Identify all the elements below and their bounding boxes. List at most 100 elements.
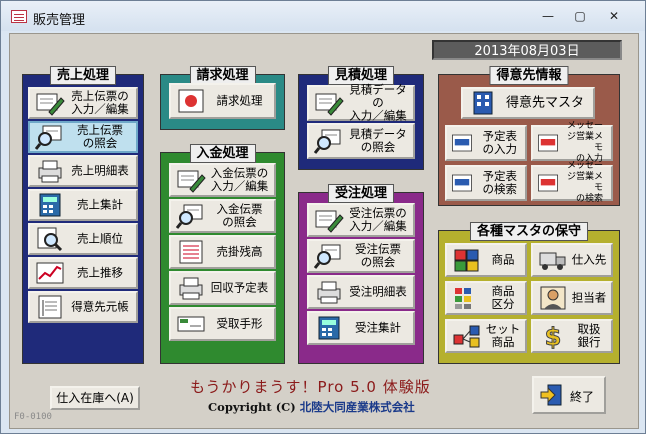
customer-panel-title: 得意先情報 bbox=[489, 66, 569, 85]
estimate-button-0[interactable]: 見積データの 入力／編集 bbox=[307, 83, 415, 122]
supplier-truck-icon bbox=[539, 252, 566, 270]
svg-text:$: $ bbox=[545, 323, 562, 349]
close-button[interactable]: ✕ bbox=[599, 7, 629, 25]
masters-button-3[interactable]: 担当者 bbox=[531, 281, 613, 315]
customer-button-label: 予定表 の入力 bbox=[482, 129, 518, 156]
ledger-icon bbox=[38, 295, 62, 319]
order-button-0[interactable]: 受注伝票の 入力／編集 bbox=[307, 203, 415, 237]
customer-button-label: 予定表 の検索 bbox=[482, 169, 518, 196]
sales-panel: 売上処理 売上伝票の 入力／編集 売上伝票 の照会売上明細表売上集計売上順位売上推… bbox=[22, 66, 144, 364]
balance-list-icon bbox=[179, 240, 203, 264]
edit-slip-icon bbox=[177, 170, 206, 193]
masters-button-0[interactable]: 商品 bbox=[445, 243, 527, 277]
inventory-button[interactable]: 仕入在庫へ(A) bbox=[50, 386, 140, 410]
masters-button-4[interactable]: セット 商品 bbox=[445, 319, 527, 353]
search-icon bbox=[37, 227, 63, 252]
form-id: F0-0100 bbox=[14, 412, 52, 422]
memo-input-icon bbox=[538, 134, 558, 152]
customer-master-label: 得意先マスタ bbox=[505, 95, 584, 111]
edit-slip-icon bbox=[315, 93, 344, 116]
payment-button-label: 回収予定表 bbox=[210, 280, 269, 295]
sales-button-6[interactable]: 得意先元帳 bbox=[28, 291, 138, 323]
masters-button-label: 仕入先 bbox=[571, 252, 607, 267]
printer-icon bbox=[317, 281, 341, 304]
customer-button-label: メッセージ営業メモ の入力 bbox=[566, 121, 603, 164]
bill-icon bbox=[177, 316, 205, 332]
sales-button-label: 売上伝票の 入力／編集 bbox=[71, 89, 129, 116]
magnifier-slip-icon bbox=[314, 244, 341, 269]
order-button-1[interactable]: 受注伝票 の照会 bbox=[307, 239, 415, 273]
estimate-button-1[interactable]: 見積データ の照会 bbox=[307, 123, 415, 159]
payment-button-2[interactable]: 売掛残高 bbox=[169, 235, 276, 269]
payment-button-3[interactable]: 回収予定表 bbox=[169, 271, 276, 305]
masters-button-label: 商品 bbox=[491, 252, 515, 267]
sales-button-label: 売上伝票 の照会 bbox=[77, 123, 123, 150]
staff-icon bbox=[540, 286, 566, 310]
printer-icon bbox=[38, 160, 62, 183]
masters-button-5[interactable]: $ 取扱 銀行 bbox=[531, 319, 613, 353]
set-product-icon bbox=[453, 325, 480, 348]
sales-button-label: 売上集計 bbox=[77, 197, 123, 212]
sales-button-label: 売上推移 bbox=[77, 265, 123, 280]
sales-button-1[interactable]: 売上伝票 の照会 bbox=[28, 121, 138, 153]
sales-button-label: 得意先元帳 bbox=[71, 299, 129, 314]
restore-button[interactable]: ▢ bbox=[565, 7, 595, 25]
magnifier-slip-icon bbox=[176, 204, 203, 229]
payment-button-4[interactable]: 受取手形 bbox=[169, 307, 276, 341]
customer-button-1[interactable]: メッセージ営業メモ の入力 bbox=[531, 121, 613, 164]
sales-button-4[interactable]: 売上順位 bbox=[28, 223, 138, 255]
masters-button-2[interactable]: 商品 区分 bbox=[445, 281, 527, 315]
payment-panel-title: 入金処理 bbox=[189, 144, 256, 163]
title-bar: 販売管理 — ▢ ✕ bbox=[1, 1, 645, 31]
masters-button-label: セット 商品 bbox=[485, 322, 521, 349]
customer-master-button[interactable]: 得意先マスタ bbox=[461, 87, 595, 119]
customer-panel: 得意先情報 得意先マスタ予定表 の入力 メッセージ営業メモ の入力予定表 の検索 メ… bbox=[438, 66, 620, 206]
customer-button-0[interactable]: 予定表 の入力 bbox=[445, 125, 527, 161]
order-button-3[interactable]: 受注集計 bbox=[307, 311, 415, 345]
bank-icon: $ bbox=[544, 323, 562, 349]
customer-button-3[interactable]: メッセージ営業メモ の検索 bbox=[531, 161, 613, 204]
masters-button-1[interactable]: 仕入先 bbox=[531, 243, 613, 277]
edit-slip-icon bbox=[36, 93, 65, 116]
masters-button-label: 商品 区分 bbox=[491, 284, 515, 311]
copyright-line: Copyright (C) 北陸大同産業株式会社 bbox=[208, 399, 415, 415]
estimate-panel: 見積処理 見積データの 入力／編集 見積データ の照会 bbox=[298, 66, 424, 170]
payment-button-0[interactable]: 入金伝票の 入力／編集 bbox=[169, 163, 276, 197]
magnifier-slip-icon bbox=[314, 129, 341, 154]
form-icon bbox=[11, 10, 27, 23]
sales-button-2[interactable]: 売上明細表 bbox=[28, 155, 138, 187]
sales-button-0[interactable]: 売上伝票の 入力／編集 bbox=[28, 87, 138, 119]
trend-chart-icon bbox=[36, 262, 64, 284]
exit-label: 終了 bbox=[570, 390, 595, 404]
customer-button-2[interactable]: 予定表 の検索 bbox=[445, 165, 527, 201]
sales-button-3[interactable]: 売上集計 bbox=[28, 189, 138, 221]
sales-panel-title: 売上処理 bbox=[49, 66, 117, 85]
calculator-icon bbox=[318, 316, 340, 340]
sales-button-5[interactable]: 売上推移 bbox=[28, 257, 138, 289]
estimate-button-label: 見積データ の照会 bbox=[349, 127, 407, 154]
main-window: 販売管理 — ▢ ✕ 2013年08月03日 売上処理 売上伝票の 入力／編集売… bbox=[0, 0, 646, 434]
order-button-label: 受注伝票の 入力／編集 bbox=[349, 206, 407, 233]
masters-button-label: 担当者 bbox=[571, 290, 607, 305]
calculator-icon bbox=[39, 193, 61, 217]
billing-button-0[interactable]: 請求処理 bbox=[169, 83, 276, 119]
payment-panel: 入金処理 入金伝票の 入力／編集入金伝票 の照会売掛残高回収予定表受取手形 bbox=[160, 144, 285, 364]
window-title: 販売管理 bbox=[33, 13, 86, 28]
order-panel-title: 受注処理 bbox=[327, 184, 395, 203]
product-icon bbox=[454, 249, 479, 272]
sales-button-label: 売上明細表 bbox=[71, 163, 129, 178]
order-button-label: 受注伝票 の照会 bbox=[355, 242, 401, 269]
order-button-label: 受注集計 bbox=[355, 320, 401, 335]
payment-button-label: 入金伝票 の照会 bbox=[216, 202, 263, 229]
customer-button-label: メッセージ営業メモ の検索 bbox=[566, 161, 603, 204]
edit-slip-icon bbox=[315, 210, 344, 233]
payment-button-1[interactable]: 入金伝票 の照会 bbox=[169, 199, 276, 233]
company-name: 北陸大同産業株式会社 bbox=[299, 400, 415, 414]
billing-icon bbox=[178, 89, 204, 113]
minimize-button[interactable]: — bbox=[533, 7, 563, 25]
billing-panel: 請求処理 請求処理 bbox=[160, 66, 285, 130]
menu-form: 2013年08月03日 売上処理 売上伝票の 入力／編集 売上伝票 の照会 売上明細… bbox=[9, 33, 639, 429]
exit-button[interactable]: 終了 bbox=[532, 376, 606, 414]
masters-panel: 各種マスタの保守 商品 仕入先 商品 区分 担当者 セット 商品 $ 取扱 銀行 bbox=[438, 222, 620, 364]
order-button-2[interactable]: 受注明細表 bbox=[307, 275, 415, 309]
